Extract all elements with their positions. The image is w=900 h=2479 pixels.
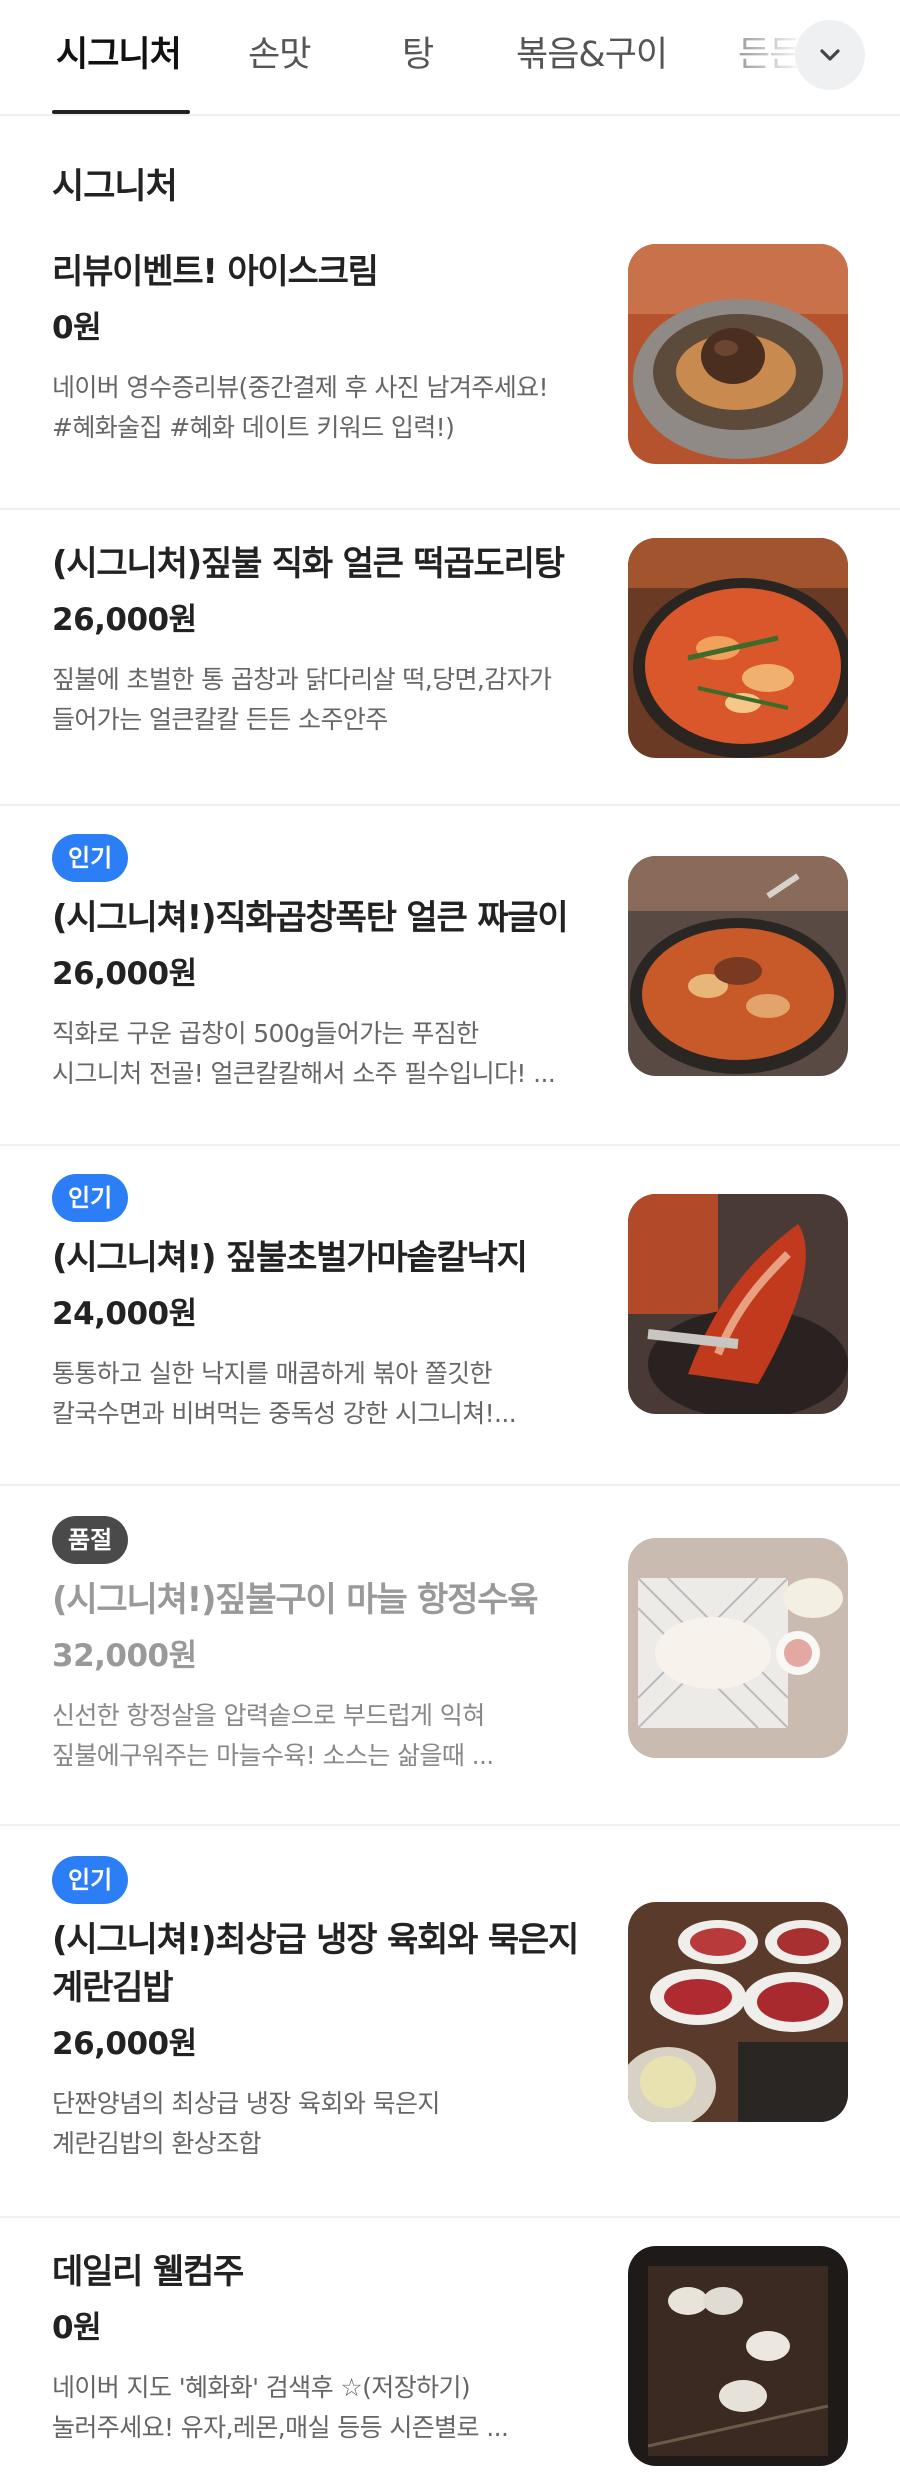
menu-item-price: 0원 [52, 310, 102, 346]
menu-item[interactable]: 인기 (시그니쳐!) 짚불초벌가마솥칼낙지 24,000원 통통하고 실한 낙지… [0, 1146, 900, 1486]
nakji-photo [628, 1194, 848, 1414]
soldout-badge: 품절 [52, 1516, 129, 1564]
yukhoe-gimbap-photo [628, 1902, 848, 2122]
ice-cream-photo [628, 244, 848, 464]
menu-item-name: (시그니쳐!)직화곱창폭탄 얼큰 짜글이 [52, 898, 569, 938]
menu-item-name: (시그니쳐!) 짚불초벌가마솥칼낙지 [52, 1238, 528, 1278]
menu-item-name: (시그니쳐!)짚불구이 마늘 항정수육 [52, 1580, 539, 1620]
popular-badge: 인기 [52, 1174, 129, 1222]
menu-item-price: 0원 [52, 2310, 102, 2346]
popular-badge: 인기 [52, 834, 129, 882]
hangjeong-suyuk-photo [628, 1538, 848, 1758]
tab-signature[interactable]: 시그니처 [56, 30, 182, 80]
tab-tang[interactable]: 탕 [402, 30, 434, 80]
tab-bokkeum-gui[interactable]: 볶음&구이 [516, 30, 668, 80]
menu-item[interactable]: 데일리 웰컴주 0원 네이버 지도 '혜화화' 검색후 ☆(저장하기) 눌러주세요… [0, 2218, 900, 2479]
popular-badge: 인기 [52, 1856, 129, 1904]
tteok-gop-dori-tang-photo [628, 538, 848, 758]
menu-list: 리뷰이벤트! 아이스크림 0원 네이버 영수증리뷰(중간결제 후 사진 남겨주세… [0, 230, 900, 2479]
menu-item-price: 24,000원 [52, 1296, 197, 1332]
expand-categories-button[interactable] [795, 20, 865, 90]
menu-item-name: (시그니쳐!)최상급 냉장 육회와 묵은지 계란김밥 [52, 1920, 579, 2008]
menu-item[interactable]: 품절 (시그니쳐!)짚불구이 마늘 항정수육 32,000원 신선한 항정살을 … [0, 1486, 900, 1826]
chevron-down-icon [820, 49, 840, 61]
menu-item-description: 네이버 지도 '혜화화' 검색후 ☆(저장하기) 눌러주세요! 유자,레몬,매실 … [52, 2373, 509, 2442]
menu-item[interactable]: 리뷰이벤트! 아이스크림 0원 네이버 영수증리뷰(중간결제 후 사진 남겨주세… [0, 230, 900, 510]
menu-item-price: 26,000원 [52, 956, 197, 992]
active-tab-indicator [52, 110, 190, 114]
menu-item-name: (시그니처)짚불 직화 얼큰 떡곱도리탕 [52, 544, 565, 584]
menu-item-price: 26,000원 [52, 602, 197, 638]
gopchang-jjageuli-photo [628, 856, 848, 1076]
menu-item-price: 32,000원 [52, 1638, 197, 1674]
welcome-drink-photo [628, 2246, 848, 2466]
menu-item-description: 단짠양념의 최상급 냉장 육회와 묵은지 계란김밥의 환상조합 [52, 2089, 440, 2158]
menu-item-name: 리뷰이벤트! 아이스크림 [52, 252, 379, 292]
section-title: 시그니처 [52, 167, 178, 207]
category-tab-bar: 시그니처 손맛 탕 볶음&구이 든든 [0, 0, 900, 116]
menu-item-name: 데일리 웰컴주 [52, 2252, 244, 2292]
menu-item-description: 통통하고 실한 낙지를 매콤하게 볶아 쫄깃한 칼국수면과 비벼먹는 중독성 강한… [52, 1359, 517, 1428]
menu-item-price: 26,000원 [52, 2026, 197, 2062]
tab-sonmat[interactable]: 손맛 [248, 30, 311, 80]
menu-item-description: 네이버 영수증리뷰(중간결제 후 사진 남겨주세요! #혜화술집 #혜화 데이트 … [52, 373, 549, 442]
menu-item[interactable]: 인기 (시그니쳐!)직화곱창폭탄 얼큰 짜글이 26,000원 직화로 구운 곱… [0, 806, 900, 1146]
menu-item[interactable]: 인기 (시그니쳐!)최상급 냉장 육회와 묵은지 계란김밥 26,000원 단짠양… [0, 1826, 900, 2218]
menu-item-description: 짚불에 초벌한 통 곱창과 닭다리살 떡,당면,감자가 들어가는 얼큰칼칼 든든 … [52, 665, 552, 734]
menu-item[interactable]: (시그니처)짚불 직화 얼큰 떡곱도리탕 26,000원 짚불에 초벌한 통 곱… [0, 510, 900, 806]
menu-item-description: 신선한 항정살을 압력솥으로 부드럽게 익혀 짚불에구워주는 마늘수육! 소스는 … [52, 1701, 494, 1770]
menu-item-description: 직화로 구운 곱창이 500g들어가는 푸짐한 시그니처 전골! 얼큰칼칼해서 소… [52, 1019, 556, 1088]
